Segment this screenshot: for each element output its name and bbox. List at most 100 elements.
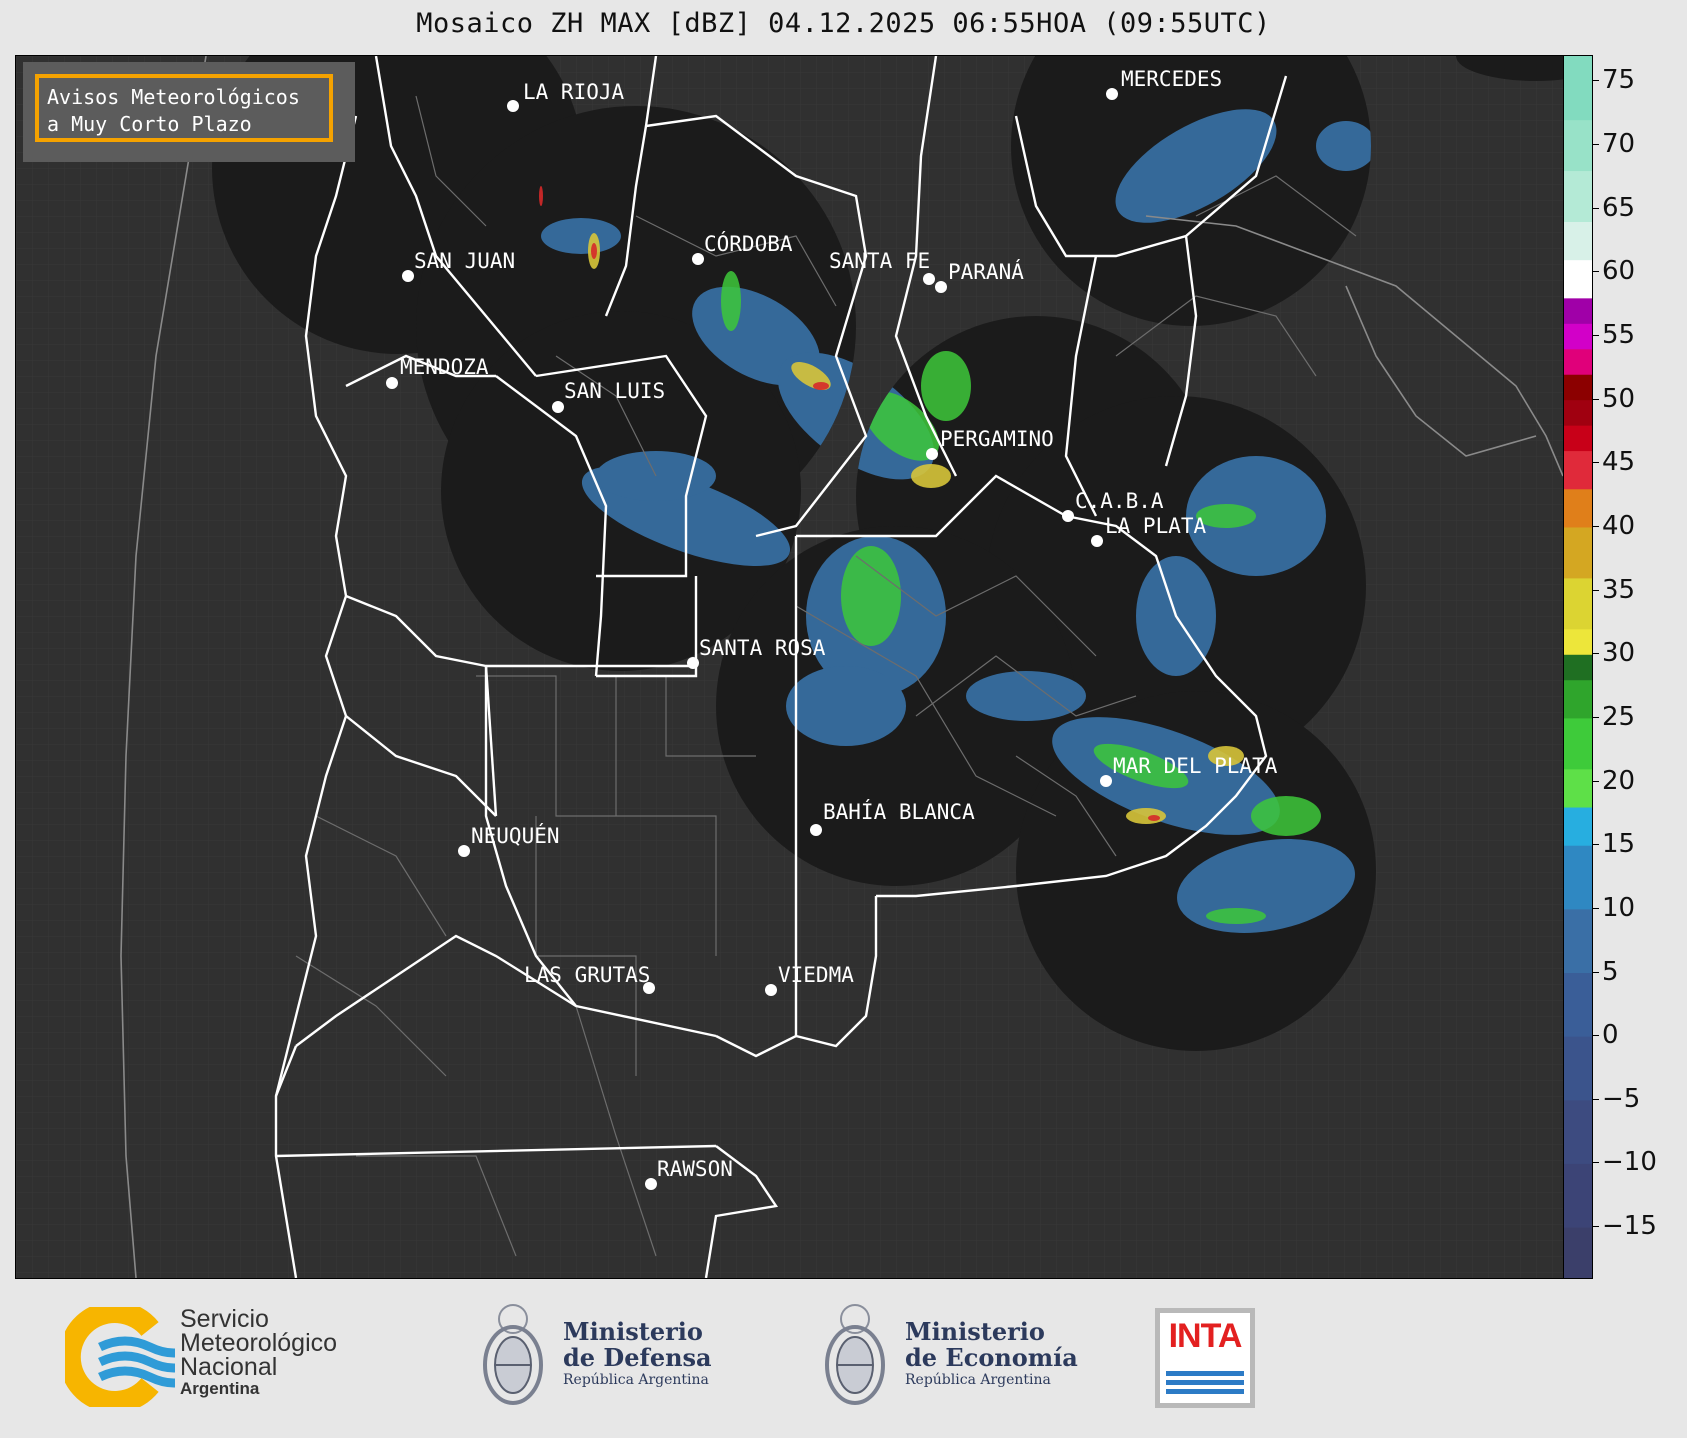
colorbar-band bbox=[1564, 526, 1592, 579]
colorbar-tick-mark bbox=[1592, 589, 1599, 591]
smn-line1: Servicio bbox=[180, 1305, 269, 1333]
city-dot-cordoba[interactable] bbox=[692, 253, 704, 265]
colorbar-tick-label: 10 bbox=[1602, 892, 1636, 923]
city-dot-santa-rosa[interactable] bbox=[687, 657, 699, 669]
colorbar bbox=[1563, 55, 1593, 1279]
colorbar-band bbox=[1564, 807, 1592, 846]
economia-logo[interactable]: Ministerio de Economía República Argenti… bbox=[820, 1297, 1080, 1417]
colorbar-tick-label: 55 bbox=[1602, 320, 1636, 351]
colorbar-tick-label: 30 bbox=[1602, 638, 1636, 669]
city-label-las-grutas: LAS GRUTAS bbox=[524, 963, 650, 987]
colorbar-tick-label: 65 bbox=[1602, 192, 1636, 223]
colorbar-band bbox=[1564, 845, 1592, 910]
colorbar-band bbox=[1564, 679, 1592, 719]
colorbar-band bbox=[1564, 1163, 1592, 1228]
city-label-san-luis: SAN LUIS bbox=[564, 379, 665, 403]
city-label-neuquen: NEUQUÉN bbox=[471, 823, 560, 848]
colorbar-band bbox=[1564, 259, 1592, 299]
colorbar-tick-label: 20 bbox=[1602, 765, 1636, 796]
city-dot-parana[interactable] bbox=[935, 281, 947, 293]
city-dot-viedma[interactable] bbox=[765, 984, 777, 996]
map-canvas: LA RIOJA MERCEDES CÓRDOBA SAN JUAN SANTA… bbox=[16, 56, 1563, 1278]
city-dot-bahia-blanca[interactable] bbox=[810, 824, 822, 836]
inta-logo[interactable]: INTA bbox=[1155, 1308, 1255, 1408]
colorbar-tick-mark bbox=[1592, 653, 1599, 655]
colorbar-band bbox=[1564, 119, 1592, 172]
city-label-mercedes: MERCEDES bbox=[1121, 67, 1222, 91]
colorbar-tick-label: 25 bbox=[1602, 701, 1636, 732]
avisos-panel[interactable]: Avisos Meteorológicos a Muy Corto Plazo bbox=[23, 62, 355, 162]
colorbar-tick-label: 40 bbox=[1602, 510, 1636, 541]
city-label-caba: C.A.B.A bbox=[1075, 489, 1164, 513]
colorbar-band bbox=[1564, 768, 1592, 808]
city-dot-san-juan[interactable] bbox=[402, 270, 414, 282]
avisos-line2: a Muy Corto Plazo bbox=[47, 112, 252, 136]
city-dot-san-luis[interactable] bbox=[552, 401, 564, 413]
colorbar-tick-label: −10 bbox=[1602, 1147, 1657, 1178]
smn-line2: Meteorológico bbox=[180, 1329, 338, 1357]
avisos-link[interactable]: Avisos Meteorológicos a Muy Corto Plazo bbox=[35, 74, 333, 142]
colorbar-tick-label: 5 bbox=[1602, 956, 1619, 987]
colorbar-ticks: 75 70 65 60 55 50 45 40 35 30 25 20 15 10 5 0 −5 −10 −15 bbox=[1592, 55, 1687, 1277]
city-label-san-juan: SAN JUAN bbox=[414, 249, 515, 273]
city-dot-mar-del-plata[interactable] bbox=[1100, 775, 1112, 787]
colorbar-tick-mark bbox=[1592, 716, 1599, 718]
colorbar-tick-mark bbox=[1592, 207, 1599, 209]
colorbar-tick-label: −5 bbox=[1602, 1083, 1641, 1114]
colorbar-band bbox=[1564, 717, 1592, 770]
economia-line3: República Argentina bbox=[905, 1372, 1051, 1388]
colorbar-tick-mark bbox=[1592, 1162, 1599, 1164]
city-dot-caba[interactable] bbox=[1062, 510, 1074, 522]
colorbar-tick-mark bbox=[1592, 462, 1599, 464]
city-label-la-rioja: LA RIOJA bbox=[523, 80, 625, 104]
city-label-cordoba: CÓRDOBA bbox=[704, 231, 793, 256]
colorbar-tick-label: 45 bbox=[1602, 447, 1636, 478]
city-dot-santa-fe[interactable] bbox=[923, 273, 935, 285]
city-dot-la-plata[interactable] bbox=[1091, 535, 1103, 547]
colorbar-bands bbox=[1564, 56, 1592, 1278]
smn-logo[interactable]: Servicio Meteorológico Nacional Argentin… bbox=[65, 1307, 385, 1407]
city-label-viedma: VIEDMA bbox=[778, 963, 854, 987]
colorbar-band bbox=[1564, 972, 1592, 1037]
economia-line2: de Economía bbox=[905, 1343, 1078, 1372]
colorbar-band bbox=[1564, 297, 1592, 324]
colorbar-tick-mark bbox=[1592, 525, 1599, 527]
colorbar-tick-mark bbox=[1592, 844, 1599, 846]
colorbar-tick-label: 15 bbox=[1602, 829, 1636, 860]
inta-text: INTA bbox=[1168, 1317, 1243, 1355]
defensa-line1: Ministerio bbox=[563, 1317, 703, 1346]
colorbar-band bbox=[1564, 425, 1592, 452]
colorbar-band bbox=[1564, 56, 1592, 121]
city-label-pergamino: PERGAMINO bbox=[940, 427, 1054, 451]
colorbar-band bbox=[1564, 374, 1592, 401]
colorbar-band bbox=[1564, 908, 1592, 973]
city-dot-pergamino[interactable] bbox=[926, 448, 938, 460]
colorbar-tick-label: 0 bbox=[1602, 1020, 1619, 1051]
city-dot-mercedes[interactable] bbox=[1106, 88, 1118, 100]
defensa-logo[interactable]: Ministerio de Defensa República Argentin… bbox=[478, 1297, 728, 1417]
colorbar-band bbox=[1564, 628, 1592, 655]
colorbar-tick-mark bbox=[1592, 144, 1599, 146]
colorbar-tick-mark bbox=[1592, 1035, 1599, 1037]
city-dot-la-rioja[interactable] bbox=[507, 100, 519, 112]
colorbar-band bbox=[1564, 1227, 1592, 1278]
avisos-line1: Avisos Meteorológicos bbox=[47, 85, 300, 109]
colorbar-band bbox=[1564, 450, 1592, 490]
colorbar-tick-mark bbox=[1592, 271, 1599, 273]
smn-line3: Nacional bbox=[180, 1353, 278, 1381]
colorbar-band bbox=[1564, 221, 1592, 261]
colorbar-tick-label: 60 bbox=[1602, 256, 1636, 287]
colorbar-band bbox=[1564, 1036, 1592, 1101]
city-dot-rawson[interactable] bbox=[645, 1178, 657, 1190]
colorbar-tick-mark bbox=[1592, 907, 1599, 909]
city-dot-mendoza[interactable] bbox=[386, 377, 398, 389]
city-label-mendoza: MENDOZA bbox=[400, 355, 489, 379]
colorbar-tick-label: −15 bbox=[1602, 1211, 1657, 1242]
defensa-line2: de Defensa bbox=[563, 1343, 712, 1372]
city-label-santa-rosa: SANTA ROSA bbox=[699, 636, 826, 660]
colorbar-band bbox=[1564, 577, 1592, 630]
city-dot-neuquen[interactable] bbox=[458, 845, 470, 857]
radar-map[interactable]: LA RIOJA MERCEDES CÓRDOBA SAN JUAN SANTA… bbox=[15, 55, 1564, 1279]
colorbar-band bbox=[1564, 170, 1592, 222]
city-label-santa-fe: SANTA FE bbox=[829, 249, 930, 273]
